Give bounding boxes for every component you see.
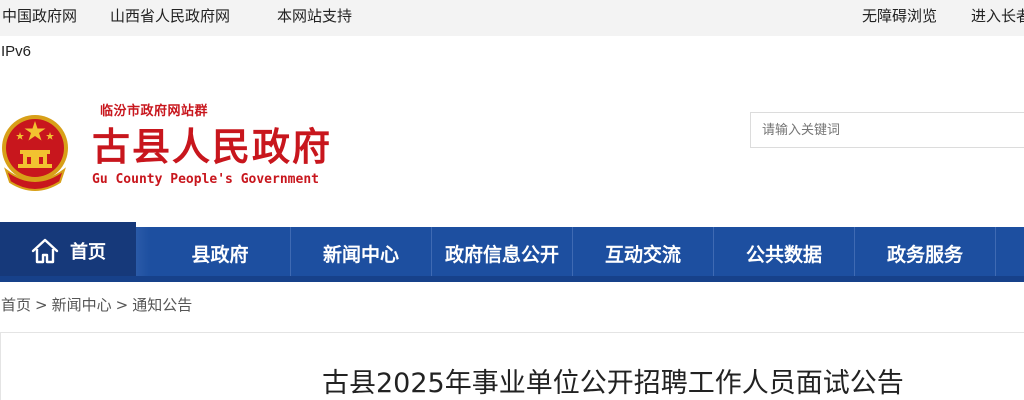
link-shanxi-gov[interactable]: 山西省人民政府网 [110, 6, 230, 26]
home-icon [31, 238, 59, 263]
breadcrumb-home[interactable]: 首页 [1, 296, 31, 314]
breadcrumb-notices[interactable]: 通知公告 [132, 296, 192, 314]
nav-item-home[interactable]: 首页 [0, 222, 136, 279]
nav-item-news-center[interactable]: 新闻中心 [291, 227, 432, 279]
nav-item-gov-services[interactable]: 政务服务 [855, 227, 996, 279]
link-china-gov[interactable]: 中国政府网 [2, 6, 77, 26]
breadcrumb: 首页 > 新闻中心 > 通知公告 [1, 295, 192, 315]
breadcrumb-news-center[interactable]: 新闻中心 [52, 296, 112, 314]
main-navigation: 首页 县政府 新闻中心 政府信息公开 互动交流 公共数据 政务服务 [0, 222, 1024, 282]
breadcrumb-separator: > [115, 296, 129, 314]
search-input[interactable] [750, 112, 1024, 148]
article-title: 古县2025年事业单位公开招聘工作人员面试公告 [322, 368, 904, 399]
site-title-english: Gu County People's Government [92, 172, 319, 187]
nav-home-divider [136, 227, 150, 279]
nav-item-interaction[interactable]: 互动交流 [573, 227, 714, 279]
nav-item-county-gov[interactable]: 县政府 [150, 227, 291, 279]
nav-home-label: 首页 [70, 241, 106, 263]
ipv6-badge: IPv6 [1, 43, 32, 60]
breadcrumb-separator: > [35, 296, 48, 314]
nav-bottom-border [0, 276, 1024, 282]
national-emblem-icon [2, 115, 68, 191]
nav-item-gov-info[interactable]: 政府信息公开 [432, 227, 573, 279]
site-title[interactable]: 古县人民政府 [92, 124, 332, 170]
nav-item-public-data[interactable]: 公共数据 [714, 227, 855, 279]
site-group-label: 临汾市政府网站群 [100, 104, 209, 119]
link-site-support[interactable]: 本网站支持 [277, 6, 352, 26]
top-utility-bar: 中国政府网 山西省人民政府网 本网站支持 无障碍浏览 进入长者 [0, 0, 1024, 36]
link-elder-mode[interactable]: 进入长者 [971, 6, 1024, 26]
link-accessibility[interactable]: 无障碍浏览 [862, 6, 937, 26]
